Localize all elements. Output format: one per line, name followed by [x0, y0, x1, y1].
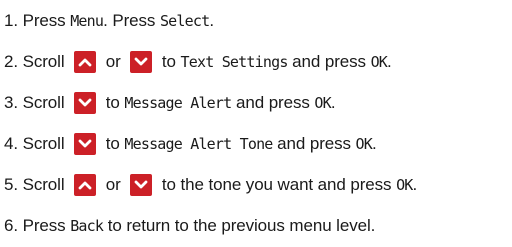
step-3: 3. Scroll to Message Alert and press OK. — [4, 82, 512, 123]
display-term: Back — [70, 216, 104, 235]
down-arrow-key-icon — [74, 132, 97, 155]
display-term: Text Settings — [180, 52, 289, 71]
instruction-steps: 1. Press Menu. Press Select. 2. Scroll or… — [4, 0, 512, 246]
step-text: or — [101, 174, 126, 194]
up-arrow-key-icon — [74, 50, 97, 73]
step-text: . — [209, 10, 214, 30]
display-term: Message Alert — [124, 93, 232, 112]
display-term: OK — [370, 52, 388, 71]
display-term: OK — [355, 134, 373, 153]
step-text: and press — [272, 133, 356, 153]
step-text: 1. Press — [4, 10, 71, 30]
step-text: to — [157, 51, 181, 71]
step-text: 6. Press — [4, 215, 71, 235]
step-text: and press — [231, 92, 315, 112]
up-arrow-key-icon — [74, 173, 97, 196]
step-text: to the tone you want and press — [157, 174, 397, 194]
down-arrow-key-icon — [130, 50, 153, 73]
display-term: Select — [159, 11, 210, 30]
step-5: 5. Scroll or to the tone you want and pr… — [4, 164, 512, 205]
display-term: Message Alert Tone — [124, 134, 273, 153]
step-text: 4. Scroll — [4, 133, 70, 153]
step-text: or — [101, 51, 126, 71]
step-2: 2. Scroll or to Text Settings and press … — [4, 41, 512, 82]
down-arrow-key-icon — [74, 91, 97, 114]
step-text: . — [372, 133, 377, 153]
display-term: OK — [396, 175, 413, 194]
step-text: to — [101, 133, 125, 153]
step-6: 6. Press Back to return to the previous … — [4, 205, 512, 246]
display-term: Menu — [70, 11, 104, 30]
step-text: 3. Scroll — [4, 92, 70, 112]
display-term: OK — [314, 93, 331, 112]
step-1: 1. Press Menu. Press Select. — [4, 0, 512, 41]
step-text: . — [412, 174, 418, 194]
step-text: . Press — [103, 10, 160, 30]
step-text: 2. Scroll — [4, 51, 70, 71]
step-text: 5. Scroll — [4, 174, 70, 194]
down-arrow-key-icon — [130, 173, 153, 196]
step-text: to — [101, 92, 125, 112]
step-text: and press — [287, 51, 371, 71]
step-text: to return to the previous menu level. — [103, 215, 376, 235]
step-4: 4. Scroll to Message Alert Tone and pres… — [4, 123, 512, 164]
step-text: . — [330, 92, 336, 112]
step-text: . — [387, 51, 392, 71]
